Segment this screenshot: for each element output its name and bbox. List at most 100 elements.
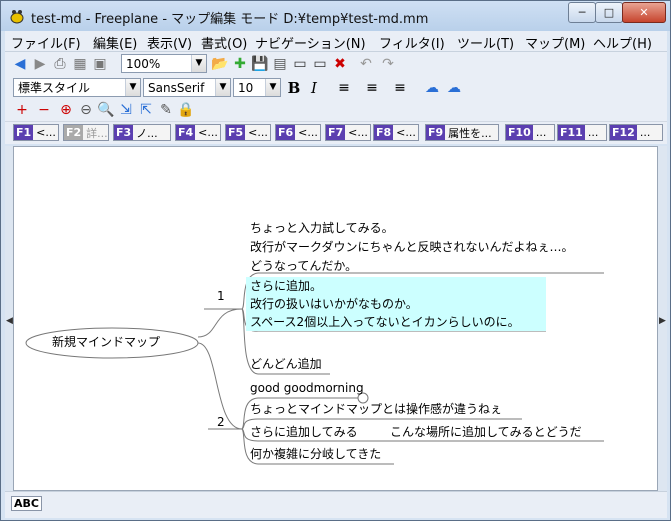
chevron-left-icon: ◀ [6,316,13,326]
find-icon[interactable]: 🔍 [97,101,115,119]
fkey-label: ノ... [136,126,158,140]
mindmap-canvas[interactable]: 新規マインドマップ 1 2 ちょっと入力試してみる。 改行がマークダウンにちゃん… [13,146,658,491]
style-value: 標準スタイル [18,81,91,95]
forward-icon[interactable]: ▶ [31,55,49,73]
fkey-key: F4 [176,125,196,140]
fkey-f3[interactable]: F3 ノ... [113,124,171,141]
fkey-key: F8 [374,125,394,140]
format-toolbar: 標準スタイル ▼ SansSerif ▼ 10 ▼ B I ≡ ≡ ≡ ☁ ☁ [5,76,667,101]
fkey-label: ... [639,126,651,139]
maximize-button[interactable]: □ [595,2,623,23]
fkey-f4[interactable]: F4 <... [175,124,221,141]
fkey-f11[interactable]: F11... [557,124,607,141]
menu-view[interactable]: 表示(V) [147,33,192,52]
font-size-select[interactable]: 10 ▼ [233,78,281,97]
root-node[interactable]: 新規マインドマップ [52,333,160,352]
main-window: test-md - Freeplane - マップ編集 モード D:¥temp¥… [0,0,671,521]
fkey-key: F11 [558,125,585,140]
highlight-line: スペース2個以上入ってないとイカンらしいのに。 [250,315,520,329]
fkey-f10[interactable]: F10... [505,124,555,141]
lock-icon[interactable]: 🔒 [177,101,195,119]
close-button[interactable]: ✕ [622,2,666,23]
fkey-key: F2 [64,125,84,140]
chevron-down-icon: ▼ [265,79,280,96]
note-line: 改行がマークダウンにちゃんと反映されないんだよねぇ…。 [250,240,574,254]
fkey-key: F1 [14,125,34,140]
right-splitter[interactable]: ▶ [657,146,667,491]
menu-tools[interactable]: ツール(T) [457,33,514,52]
freeplane-app-icon [10,10,24,24]
align-center-icon[interactable]: ≡ [363,79,381,97]
page-setup-icon[interactable]: ▣ [91,55,109,73]
add-child-icon[interactable]: + [13,101,31,119]
menu-bar: ファイル(F) 編集(E) 表示(V) 書式(O) ナビゲーション(N) フィル… [5,31,667,52]
font-value: SansSerif [148,81,205,95]
font-select[interactable]: SansSerif ▼ [143,78,231,97]
align-right-icon[interactable]: ≡ [391,79,409,97]
close-map-icon[interactable]: ✖ [331,55,349,73]
remove-node-icon[interactable]: − [35,101,53,119]
fkey-label: ... [587,126,599,139]
grandchild-node[interactable]: こんな場所に追加してみるとどうだ [390,423,582,442]
bold-button[interactable]: B [285,79,303,97]
fkey-f2[interactable]: F2 詳... [63,124,109,141]
align-left-icon[interactable]: ≡ [335,79,353,97]
import-icon[interactable]: ⇱ [137,101,155,119]
export-icon[interactable]: ⇲ [117,101,135,119]
font-size-value: 10 [238,81,254,95]
page-layout-icon[interactable]: ▦ [71,55,89,73]
fkey-label: <... [248,126,268,139]
menu-help[interactable]: ヘルプ(H) [593,33,652,52]
child-node[interactable]: どんどん追加 [250,355,322,374]
undo-icon[interactable]: ↶ [357,55,375,73]
fkey-label: <... [36,126,56,139]
next-map-icon[interactable]: ▭ [311,55,329,73]
fkey-key: F6 [276,125,296,140]
open-folder-icon[interactable]: 📂 [211,55,229,73]
menu-filter[interactable]: フィルタ(I) [379,33,445,52]
new-map-icon[interactable]: ✚ [231,55,249,73]
edit-note-icon[interactable]: ✎ [157,101,175,119]
zoom-in-icon[interactable]: ⊕ [57,101,75,119]
print-icon[interactable]: ⎙ [51,55,69,73]
chevron-right-icon: ▶ [659,316,666,326]
redo-icon[interactable]: ↷ [379,55,397,73]
menu-navigation[interactable]: ナビゲーション(N) [255,33,366,52]
fkey-f1[interactable]: F1 <... [13,124,59,141]
branch-2-label[interactable]: 2 [217,413,225,432]
fkey-f8[interactable]: F8 <... [373,124,419,141]
back-icon[interactable]: ◀ [11,55,29,73]
menu-format[interactable]: 書式(O) [201,33,247,52]
fkey-f12[interactable]: F12... [609,124,663,141]
fkey-f6[interactable]: F6 <... [275,124,321,141]
menu-edit[interactable]: 編集(E) [93,33,137,52]
fkey-f9[interactable]: F9 属性を... [425,124,499,141]
menu-file[interactable]: ファイル(F) [11,33,81,52]
branch-1-label[interactable]: 1 [217,287,225,306]
zoom-select[interactable]: 100% ▼ [121,54,207,73]
chevron-down-icon: ▼ [125,79,140,96]
italic-button[interactable]: I [305,79,323,97]
minimize-button[interactable]: ─ [568,2,596,23]
child-node[interactable]: 何か複雑に分岐してきた [250,445,381,464]
chevron-down-icon: ▼ [215,79,230,96]
left-splitter[interactable]: ◀ [5,146,13,491]
window-title: test-md - Freeplane - マップ編集 モード D:¥temp¥… [31,12,429,27]
folded-node[interactable]: good goodmorning [250,379,364,398]
child-node[interactable]: さらに追加してみる [250,423,358,442]
child-node[interactable]: ちょっとマインドマップとは操作感が違うねぇ [250,400,502,419]
fkey-f7[interactable]: F7 <... [325,124,371,141]
menu-map[interactable]: マップ(M) [525,33,585,52]
spellcheck-icon[interactable]: ABC [11,496,42,511]
zoom-out-icon[interactable]: ⊖ [77,101,95,119]
save-as-icon[interactable]: ▤ [271,55,289,73]
highlighted-node[interactable]: さらに追加。 改行の扱いはいかがなものか。 スペース2個以上入ってないとイカンら… [246,277,546,331]
style-select[interactable]: 標準スタイル ▼ [13,78,141,97]
cloud-color-icon[interactable]: ☁ [445,79,463,97]
prev-map-icon[interactable]: ▭ [291,55,309,73]
fkey-f5[interactable]: F5 <... [225,124,271,141]
fkey-label: 属性を... [448,126,492,140]
cloud-icon[interactable]: ☁ [423,79,441,97]
fkey-bar: F1 <... F2 詳... F3 ノ... F4 <... F5 <... F6 <..… [5,122,667,144]
save-icon[interactable]: 💾 [251,55,269,73]
